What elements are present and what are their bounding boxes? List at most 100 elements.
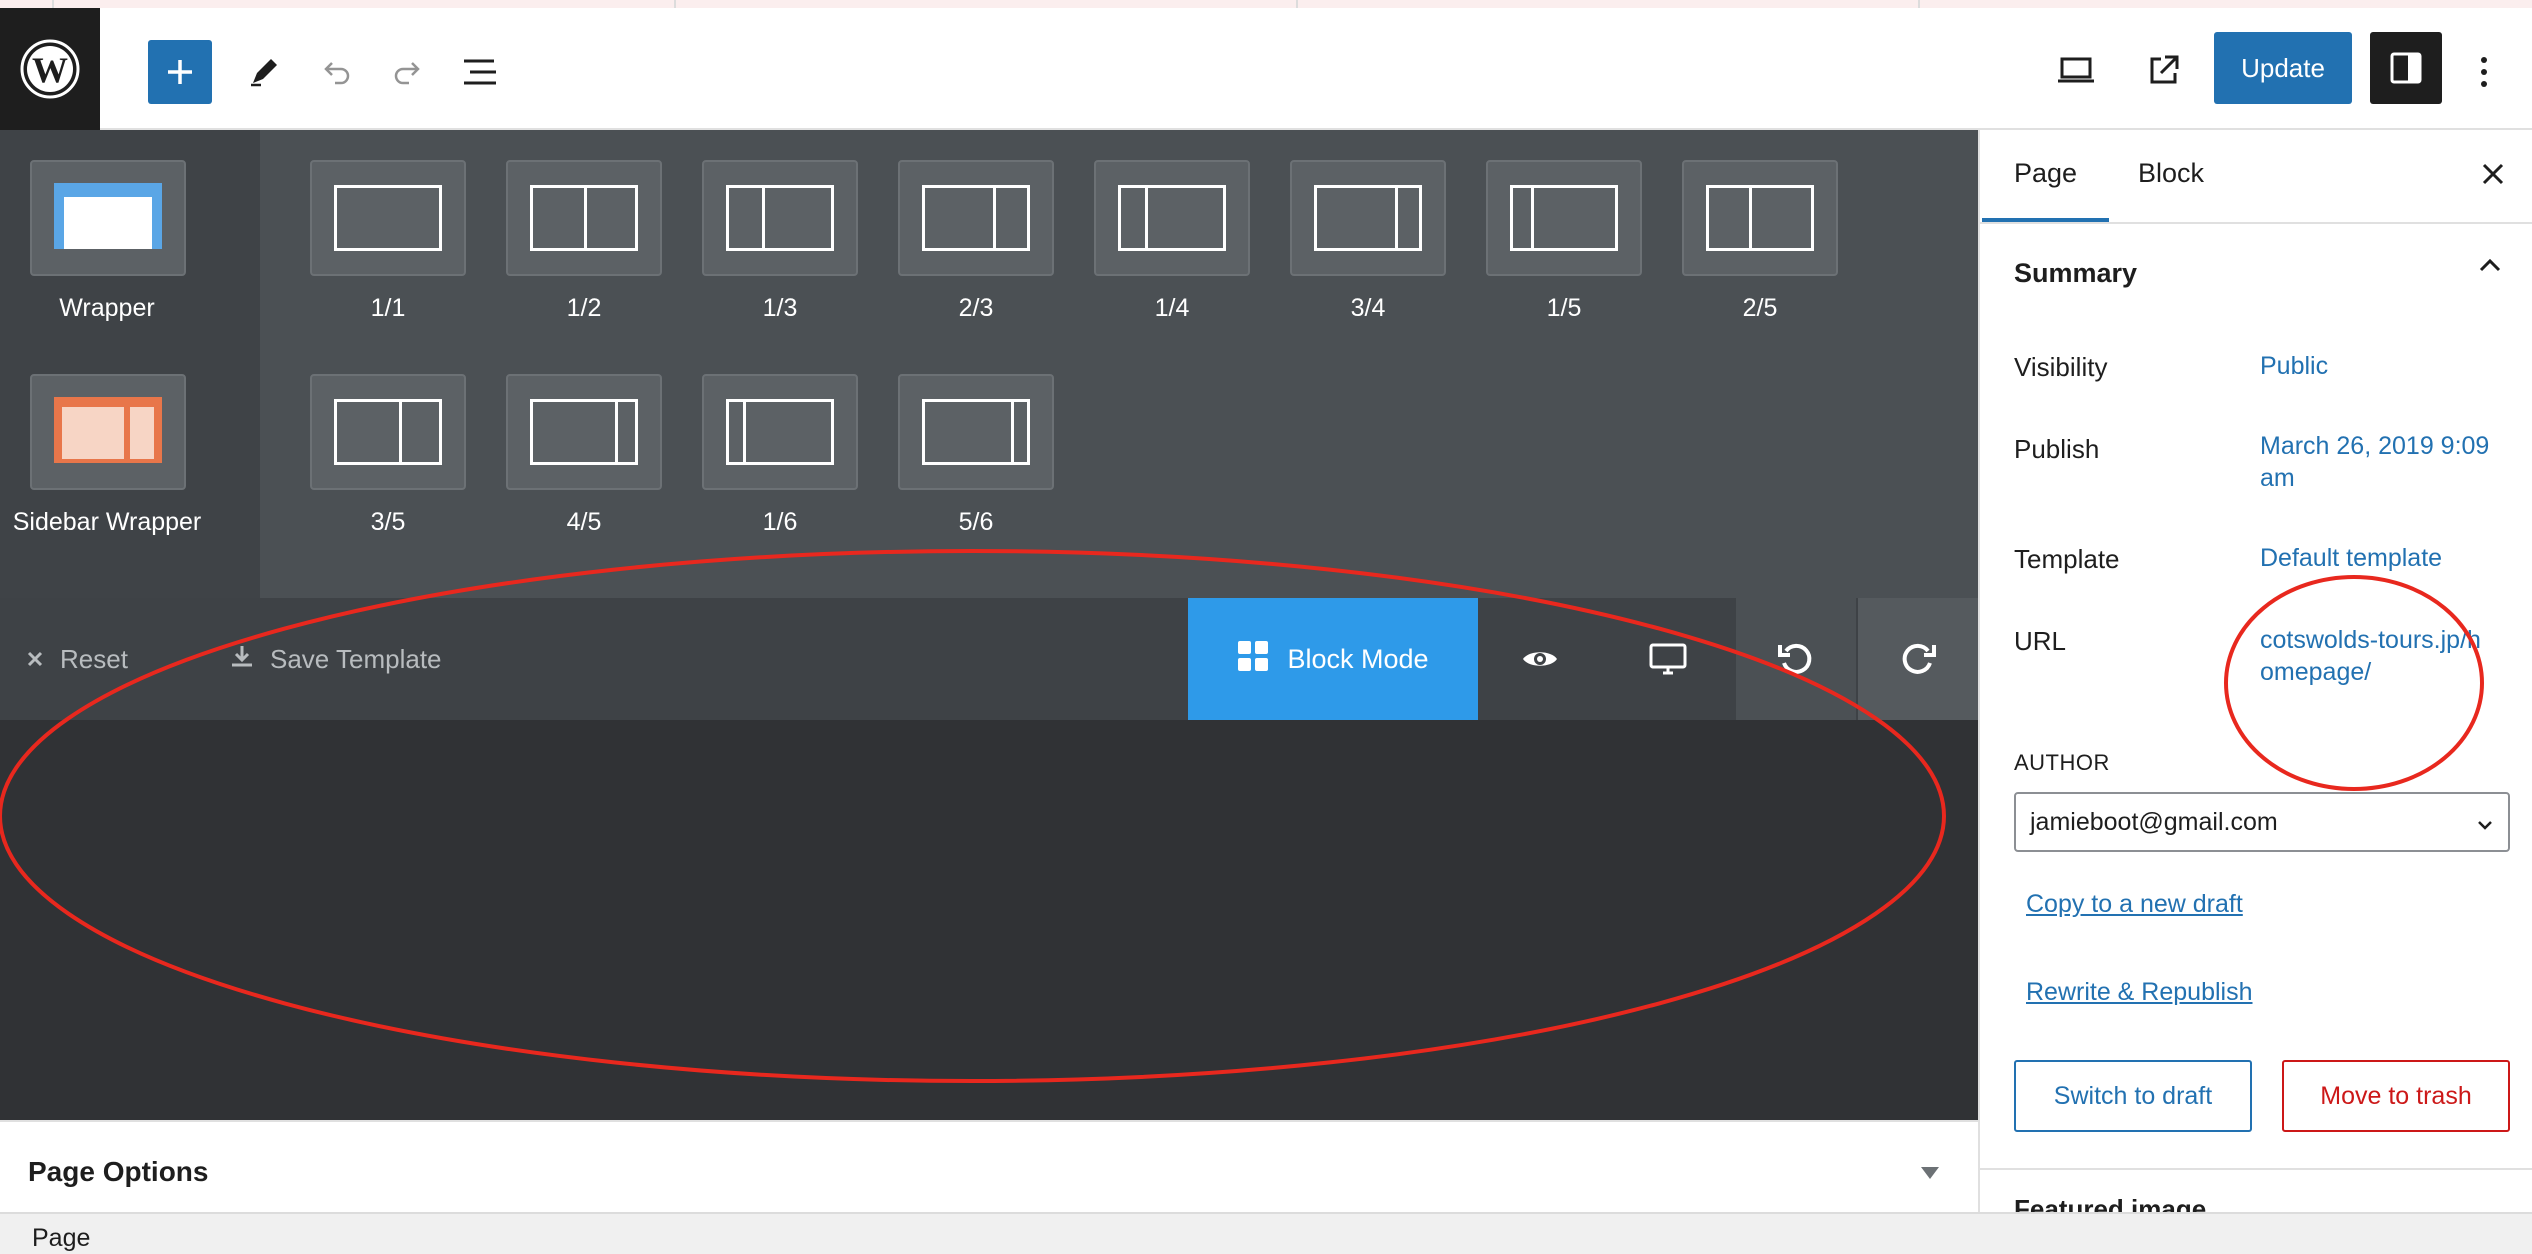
reset-label: Reset (60, 643, 128, 674)
column-label: 4/5 (566, 508, 602, 536)
column-1-1-icon (334, 185, 442, 251)
browser-tab-strip (0, 0, 2532, 8)
column-1-6-icon (726, 399, 834, 465)
page-options-title: Page Options (28, 1156, 209, 1187)
visibility-label: Visibility (2014, 352, 2108, 382)
switch-to-draft-button[interactable]: Switch to draft (2014, 1060, 2252, 1132)
download-icon (230, 644, 254, 675)
column-label: 2/5 (1742, 294, 1778, 322)
template-label: Template (2014, 544, 2120, 574)
column-1-5-icon (1510, 185, 1618, 251)
reset-button[interactable]: Reset (26, 598, 128, 720)
column-3-5-icon (334, 399, 442, 465)
layout-builder-panel: Wrapper Sidebar Wrapper 1/1 1/2 1/3 2/3 … (0, 130, 1978, 598)
sidebar-wrapper-icon (54, 396, 162, 468)
chevron-up-icon[interactable] (2478, 254, 2502, 283)
column-label: 2/3 (958, 294, 994, 322)
close-sidebar-icon[interactable] (2482, 156, 2504, 193)
builder-toolbar: Reset Save Template Block Mode (0, 598, 1978, 720)
column-1-4-icon (1118, 185, 1226, 251)
preview-eye-icon[interactable] (1480, 598, 1600, 720)
chevron-down-icon (2476, 812, 2494, 841)
column-tile-3-5[interactable] (310, 374, 466, 490)
builder-undo-icon[interactable] (1736, 598, 1856, 720)
column-2-3-icon (922, 185, 1030, 251)
column-tile-2-5[interactable] (1682, 160, 1838, 276)
column-label: 1/6 (762, 508, 798, 536)
author-select[interactable]: jamieboot@gmail.com (2014, 792, 2510, 852)
column-tile-1-2[interactable] (506, 160, 662, 276)
wrapper-label: Wrapper (59, 294, 155, 322)
column-tile-1-3[interactable] (702, 160, 858, 276)
page-options-panel[interactable]: Page Options (0, 1120, 1978, 1212)
undo-icon[interactable] (312, 48, 360, 96)
column-label: 5/6 (958, 508, 994, 536)
featured-image-title[interactable]: Featured image (2014, 1194, 2206, 1212)
rewrite-republish-link[interactable]: Rewrite & Republish (2026, 978, 2253, 1007)
save-template-label: Save Template (270, 643, 442, 674)
visibility-value[interactable]: Public (2260, 350, 2500, 382)
column-label: 3/4 (1350, 294, 1386, 322)
wordpress-logo-icon[interactable]: W (0, 8, 100, 130)
column-1-2-icon (530, 185, 638, 251)
editor-footer: Page (0, 1212, 2532, 1254)
tab-block[interactable]: Block (2138, 158, 2204, 189)
edit-tools-pencil-icon[interactable] (240, 48, 288, 96)
save-template-button[interactable]: Save Template (230, 598, 442, 720)
desktop-monitor-icon[interactable] (1608, 598, 1728, 720)
author-value: jamieboot@gmail.com (2030, 808, 2278, 836)
svg-text:W: W (32, 50, 68, 90)
column-label: 1/5 (1546, 294, 1582, 322)
block-mode-label: Block Mode (1287, 643, 1429, 674)
footer-breadcrumb[interactable]: Page (32, 1224, 90, 1253)
divider (1980, 1168, 2532, 1170)
column-tile-1-6[interactable] (702, 374, 858, 490)
builder-redo-icon[interactable] (1858, 598, 1978, 720)
url-label: URL (2014, 626, 2067, 656)
template-value[interactable]: Default template (2260, 542, 2500, 574)
column-tile-5-6[interactable] (898, 374, 1054, 490)
more-options-icon[interactable] (2464, 48, 2504, 96)
caret-down-icon[interactable] (1920, 1160, 1940, 1186)
column-5-6-icon (922, 399, 1030, 465)
column-tile-4-5[interactable] (506, 374, 662, 490)
document-overview-icon[interactable] (456, 48, 504, 96)
copy-to-draft-link[interactable]: Copy to a new draft (2026, 890, 2243, 919)
update-button[interactable]: Update (2214, 32, 2352, 104)
url-value[interactable]: cotswolds-tours.jp/homepage/ (2260, 624, 2490, 688)
redo-icon[interactable] (384, 48, 432, 96)
sidebar-wrapper-label: Sidebar Wrapper (12, 508, 202, 536)
summary-title[interactable]: Summary (2014, 258, 2137, 289)
add-block-button[interactable] (148, 40, 212, 104)
grid-icon (1237, 640, 1269, 679)
sidebar-wrapper-tile[interactable] (30, 374, 186, 490)
column-1-3-icon (726, 185, 834, 251)
move-to-trash-button[interactable]: Move to trash (2282, 1060, 2510, 1132)
close-x-icon (26, 644, 44, 675)
column-label: 1/4 (1154, 294, 1190, 322)
column-label: 1/3 (762, 294, 798, 322)
column-tile-2-3[interactable] (898, 160, 1054, 276)
column-3-4-icon (1314, 185, 1422, 251)
column-4-5-icon (530, 399, 638, 465)
settings-sidebar-toggle-icon[interactable] (2370, 32, 2442, 104)
editor-header: W Update (0, 8, 2532, 130)
tab-page[interactable]: Page (1981, 158, 2110, 222)
sidebar-tabs: Page Block (1980, 130, 2532, 224)
column-label: 1/1 (370, 294, 406, 322)
column-tile-1-4[interactable] (1094, 160, 1250, 276)
block-mode-button[interactable]: Block Mode (1188, 598, 1478, 720)
publish-value[interactable]: March 26, 2019 9:09 am (2260, 430, 2500, 494)
column-tile-1-1[interactable] (310, 160, 466, 276)
settings-sidebar: Page Block Summary Visibility Public Pub… (1978, 130, 2532, 1212)
publish-label: Publish (2014, 434, 2100, 464)
builder-canvas (0, 720, 1978, 1120)
column-tile-3-4[interactable] (1290, 160, 1446, 276)
column-2-5-icon (1706, 185, 1814, 251)
wrapper-icon (54, 182, 162, 254)
wrapper-tile[interactable] (30, 160, 186, 276)
view-page-external-icon[interactable] (2140, 46, 2188, 94)
column-tile-1-5[interactable] (1486, 160, 1642, 276)
column-label: 1/2 (566, 294, 602, 322)
preview-laptop-icon[interactable] (2052, 46, 2100, 94)
